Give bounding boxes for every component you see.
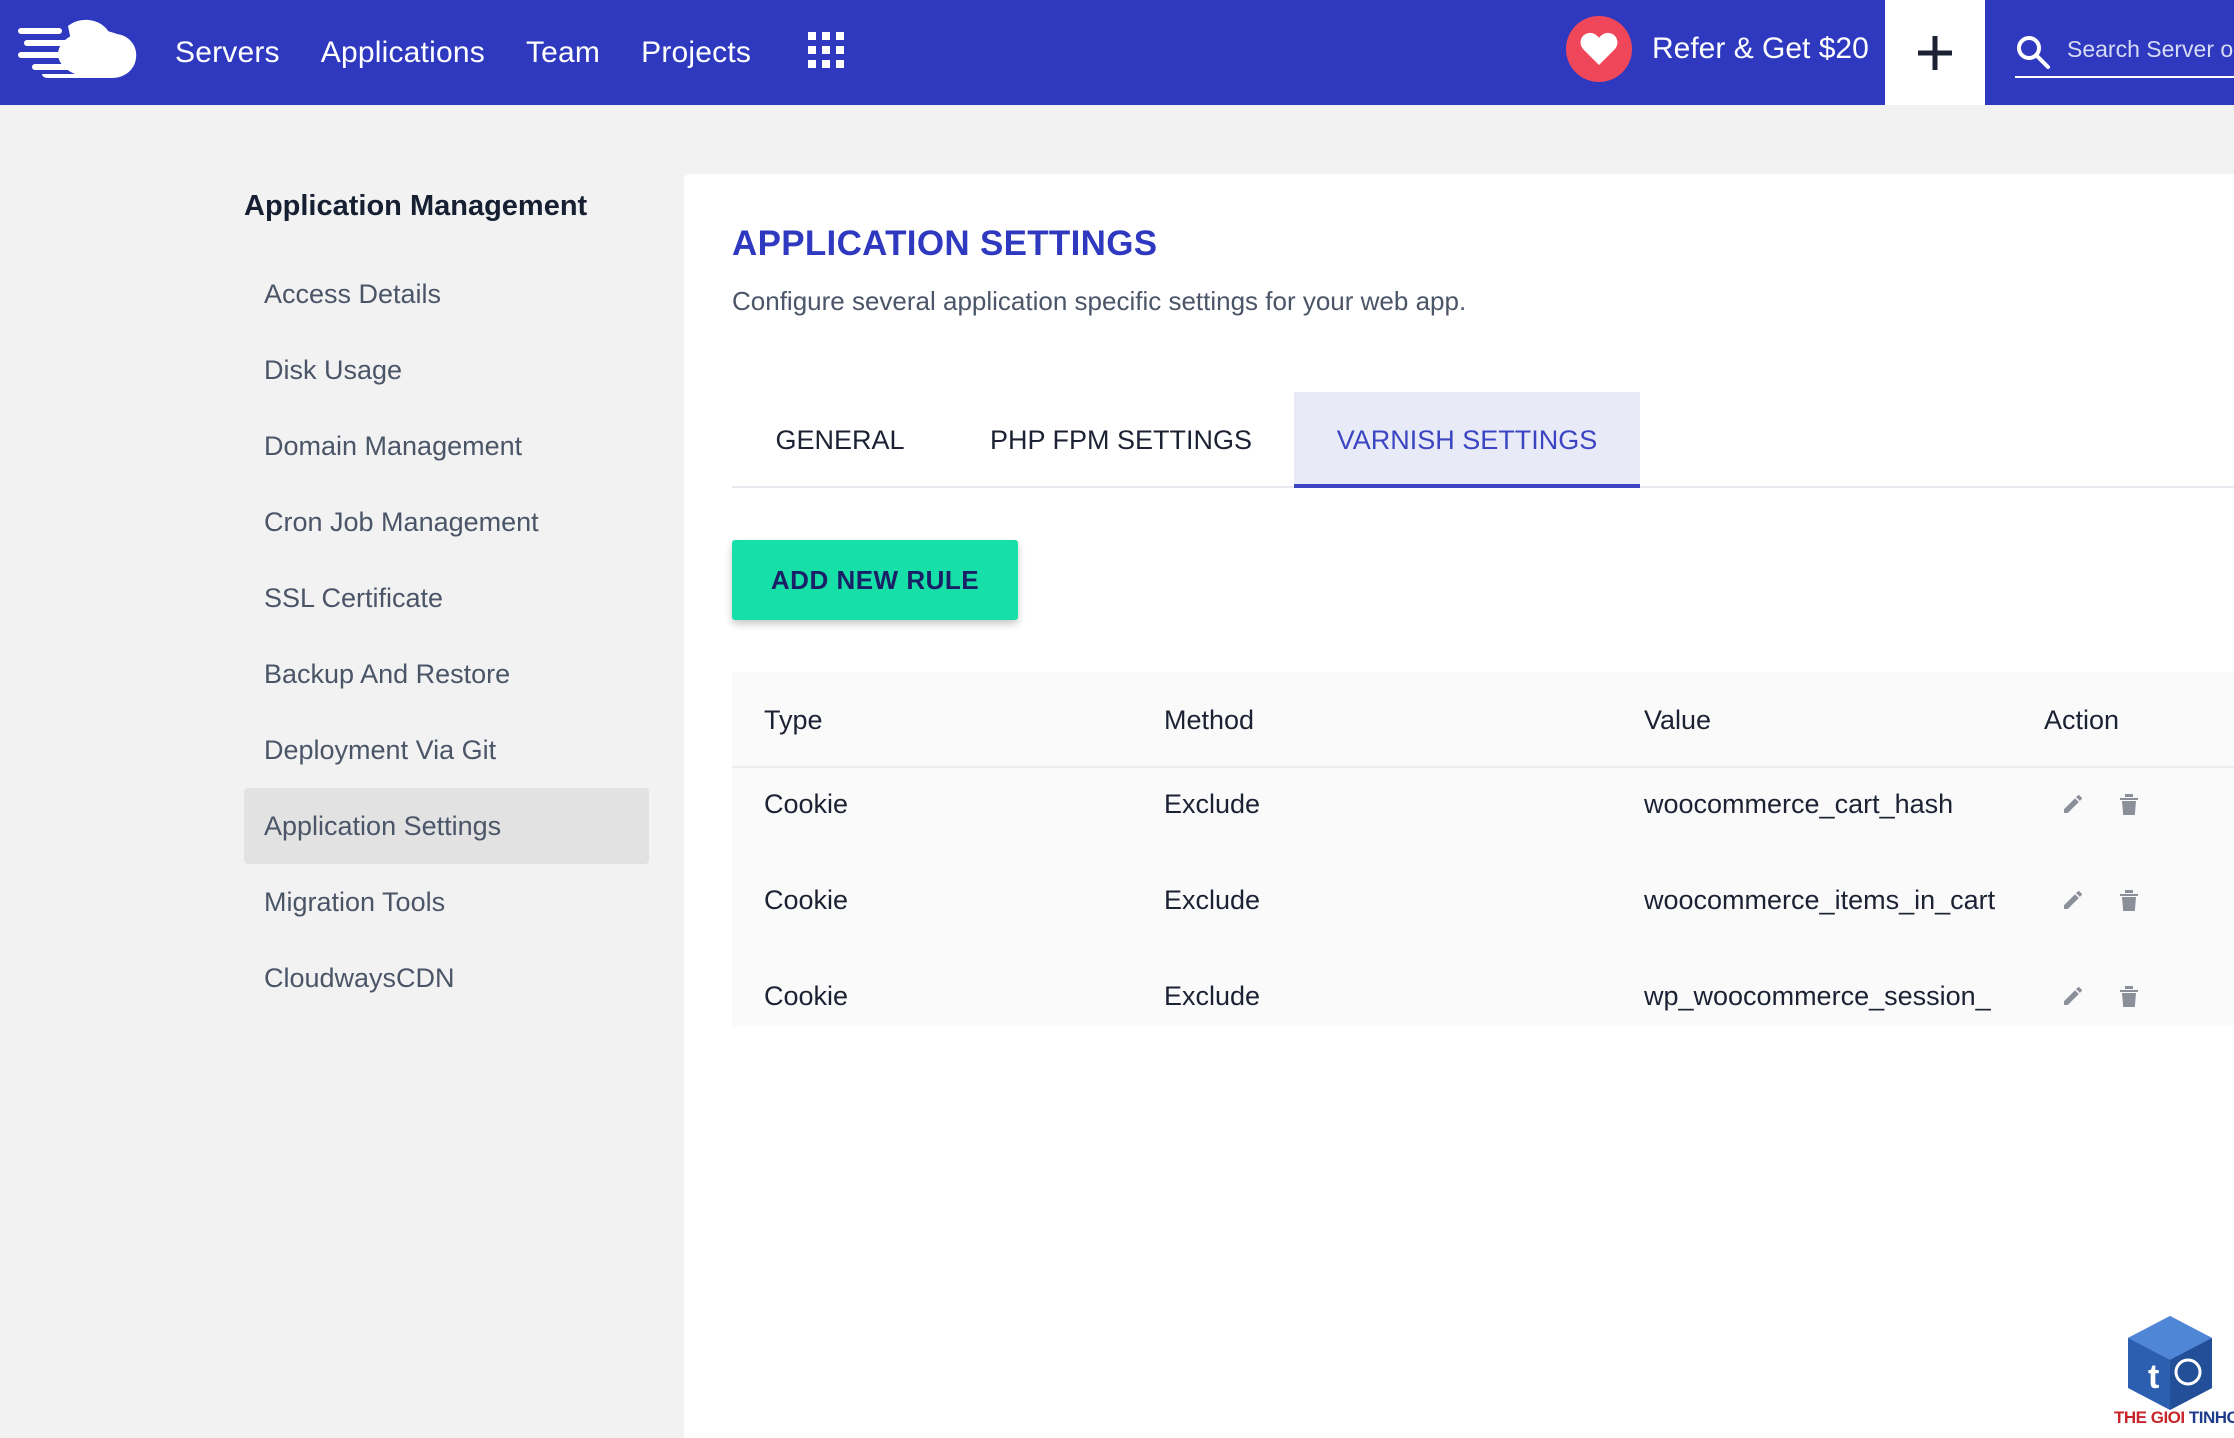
cell-method: Exclude [1164,885,1261,915]
sidebar-item-migration-tools[interactable]: Migration Tools [244,864,649,940]
nav-servers[interactable]: Servers [175,36,280,70]
trash-icon[interactable] [2114,789,2144,819]
varnish-rules-table: Type Method Value Action Cookie Exclude … [732,672,2234,1026]
page-subtitle: Configure several application specific s… [732,286,1467,316]
nav-projects[interactable]: Projects [641,36,751,70]
search-input[interactable] [2067,28,2234,70]
cell-value: wp_woocommerce_session_ [1644,981,1991,1011]
table-row: Cookie Exclude woocommerce_cart_hash [732,756,2234,852]
sidebar-item-domain-management[interactable]: Domain Management [244,408,649,484]
search-icon[interactable] [2015,34,2051,70]
table-header: Type Method Value Action [732,672,2234,768]
plus-icon [1918,35,1952,70]
sidebar-item-access-details[interactable]: Access Details [244,256,649,332]
sidebar-heading: Application Management [244,190,588,222]
tab-varnish-settings[interactable]: VARNISH SETTINGS [1294,392,1640,488]
refer-label: Refer & Get $20 [1652,32,1869,65]
heart-icon [1580,32,1618,65]
refer-button[interactable]: Refer & Get $20 [1566,16,1869,82]
main-panel: APPLICATION SETTINGS Configure several a… [684,174,2234,1438]
cell-method: Exclude [1164,981,1261,1011]
column-header-action: Action [2044,705,2120,735]
table-row: Cookie Exclude woocommerce_items_in_cart [732,852,2234,948]
add-new-rule-button[interactable]: ADD NEW RULE [732,540,1018,620]
trash-icon[interactable] [2114,981,2144,1011]
cell-type: Cookie [764,789,849,819]
sidebar: Application Management Access Details Di… [244,190,649,1016]
cell-type: Cookie [764,981,849,1011]
sidebar-menu: Access Details Disk Usage Domain Managem… [244,256,649,1016]
add-new-button[interactable] [1885,0,1985,105]
cell-value: woocommerce_cart_hash [1644,789,1954,819]
top-navbar: Servers Applications Team Projects Refer… [0,0,2234,105]
edit-icon[interactable] [2058,981,2088,1011]
settings-tabs: GENERAL PHP FPM SETTINGS VARNISH SETTING… [732,392,2234,488]
watermark-text-red: THE GIOI [2114,1408,2185,1427]
nav-team[interactable]: Team [526,36,600,70]
column-header-type: Type [764,705,823,735]
column-header-method: Method [1164,705,1255,735]
cloudways-logo-icon[interactable] [18,18,138,80]
cell-value: woocommerce_items_in_cart [1644,885,1996,915]
sidebar-item-ssl-certificate[interactable]: SSL Certificate [244,560,649,636]
column-header-value: Value [1644,705,1712,735]
nav-applications[interactable]: Applications [321,36,485,70]
cell-type: Cookie [764,885,849,915]
watermark-text-blue: TINHOC [2188,1408,2234,1427]
search-box [2015,28,2234,78]
edit-icon[interactable] [2058,789,2088,819]
sidebar-item-application-settings[interactable]: Application Settings [244,788,649,864]
sidebar-item-cloudwayscdn[interactable]: CloudwaysCDN [244,940,649,1016]
svg-text:t: t [2148,1358,2159,1396]
sidebar-item-disk-usage[interactable]: Disk Usage [244,332,649,408]
heart-badge [1566,16,1632,82]
table-row: Cookie Exclude wp_woocommerce_session_ [732,948,2234,1044]
edit-icon[interactable] [2058,885,2088,915]
sidebar-item-backup-and-restore[interactable]: Backup And Restore [244,636,649,712]
sidebar-item-cron-job-management[interactable]: Cron Job Management [244,484,649,560]
watermark-text: THE GIOI TINHOC [2114,1408,2234,1428]
tab-general[interactable]: GENERAL [732,392,948,488]
page-title: APPLICATION SETTINGS [732,224,1158,263]
grid-icon[interactable] [808,32,844,68]
sidebar-item-deployment-via-git[interactable]: Deployment Via Git [244,712,649,788]
cell-method: Exclude [1164,789,1261,819]
tab-php-fpm-settings[interactable]: PHP FPM SETTINGS [948,392,1294,488]
main-nav: Servers Applications Team Projects [175,0,751,105]
trash-icon[interactable] [2114,885,2144,915]
